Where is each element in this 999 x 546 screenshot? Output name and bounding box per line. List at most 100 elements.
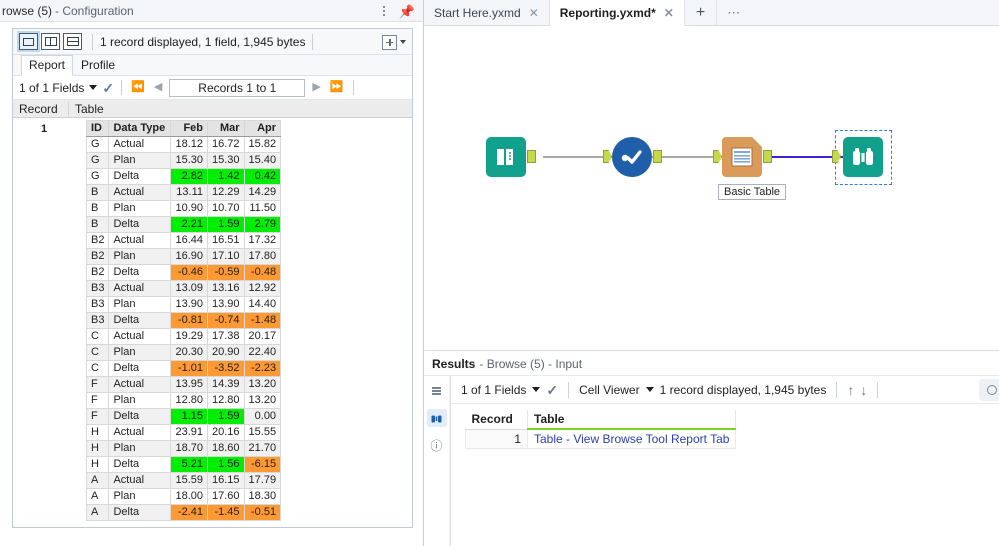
chevron-down-icon[interactable] [646, 387, 654, 392]
configuration-subtitle: - Configuration [55, 4, 134, 18]
help-circle-icon[interactable]: ⓘ [427, 436, 447, 454]
input-port[interactable] [603, 150, 612, 163]
table-tool-box[interactable] [722, 137, 762, 177]
results-col-record: Record [466, 410, 528, 429]
cell-feb: 20.30 [171, 345, 208, 361]
cell-mar: 10.70 [208, 201, 245, 217]
workflow-node-text-input[interactable] [486, 137, 526, 177]
table-row[interactable]: GPlan15.3015.3015.40 [87, 153, 281, 169]
two-column-layout-button[interactable] [41, 33, 60, 50]
tab-profile[interactable]: Profile [73, 55, 123, 75]
chevron-down-icon[interactable] [532, 387, 540, 392]
cell-id: G [87, 153, 109, 169]
workflow-canvas[interactable]: Basic Table [424, 26, 999, 351]
workflow-node-table[interactable]: Basic Table [722, 137, 762, 177]
col-header-datatype: Data Type [109, 121, 171, 137]
table-row[interactable]: B3Plan13.9013.9014.40 [87, 297, 281, 313]
cell-apr: -0.48 [244, 265, 281, 281]
workflow-tab-start-here[interactable]: Start Here.yxmd ✕ [424, 0, 550, 25]
last-record-icon[interactable]: ⏩ [328, 82, 346, 93]
output-port[interactable] [527, 150, 536, 163]
table-row[interactable]: GActual18.1216.7215.82 [87, 137, 281, 153]
previous-record-icon[interactable]: ◀ [152, 82, 164, 93]
tab-report[interactable]: Report [21, 55, 73, 76]
single-pane-layout-button[interactable] [19, 33, 38, 50]
checkmark-icon[interactable]: ✓ [546, 383, 558, 397]
close-icon[interactable]: ✕ [664, 6, 674, 20]
results-col-table: Table [528, 410, 736, 429]
records-range-label[interactable]: Records 1 to 1 [169, 79, 305, 97]
table-row[interactable]: CPlan20.3020.9022.40 [87, 345, 281, 361]
workflow-tab-reporting[interactable]: Reporting.yxmd* ✕ [550, 0, 685, 26]
table-row[interactable]: APlan18.0017.6018.30 [87, 489, 281, 505]
fields-selector-label[interactable]: 1 of 1 Fields [19, 81, 84, 95]
configuration-title: rowse (5) [2, 4, 52, 18]
table-row[interactable]: ADelta-2.41-1.45-0.51 [87, 505, 281, 521]
results-cell-table[interactable]: Table - View Browse Tool Report Tab [528, 429, 736, 449]
table-row[interactable]: BActual13.1112.2914.29 [87, 185, 281, 201]
chevron-down-icon[interactable] [89, 85, 97, 90]
cell-viewer-label[interactable]: Cell Viewer [579, 383, 639, 397]
node-label-basic-table: Basic Table [718, 184, 786, 200]
table-row[interactable]: B3Delta-0.81-0.74-1.48 [87, 313, 281, 329]
cell-mar: 15.30 [208, 153, 245, 169]
table-row[interactable]: FDelta1.151.590.00 [87, 409, 281, 425]
table-row[interactable]: B2Actual16.4416.5117.32 [87, 233, 281, 249]
new-tab-icon[interactable]: + [685, 0, 717, 25]
application-window: rowse (5) - Configuration 📌 1 record dis… [0, 0, 999, 546]
cell-id: B [87, 185, 109, 201]
cell-mar: 17.38 [208, 329, 245, 345]
results-fields-label[interactable]: 1 of 1 Fields [461, 383, 526, 397]
cell-mar: 1.56 [208, 457, 245, 473]
cell-apr: 0.00 [244, 409, 281, 425]
chevron-down-icon[interactable] [400, 40, 406, 44]
table-row[interactable]: FActual13.9514.3913.20 [87, 377, 281, 393]
select-tool-box[interactable] [612, 137, 652, 177]
arrow-down-icon[interactable]: ↓ [860, 383, 867, 397]
table-row[interactable]: HDelta5.211.56-6.15 [87, 457, 281, 473]
ellipsis-icon[interactable]: ⋯ [717, 0, 751, 25]
cell-feb: 13.90 [171, 297, 208, 313]
output-port[interactable] [763, 150, 772, 163]
table-row[interactable]: 1 Table - View Browse Tool Report Tab [466, 429, 736, 449]
output-port[interactable] [653, 150, 662, 163]
workflow-node-select[interactable] [612, 137, 652, 177]
next-record-icon[interactable]: ▶ [310, 82, 322, 93]
table-row[interactable]: HPlan18.7018.6021.70 [87, 441, 281, 457]
toolbar-divider-2 [312, 34, 313, 50]
close-icon[interactable]: ✕ [529, 6, 539, 20]
results-main-area: 1 of 1 Fields ✓ Cell Viewer 1 record dis… [450, 376, 999, 546]
cell-data-type: Plan [109, 393, 171, 409]
report-data-grid: ID Data Type Feb Mar Apr GActual18.1216.… [86, 120, 281, 521]
table-row[interactable]: GDelta2.821.420.42 [87, 169, 281, 185]
cell-data-type: Delta [109, 409, 171, 425]
table-row[interactable]: B3Actual13.0913.1612.92 [87, 281, 281, 297]
browse-tool-box[interactable] [843, 137, 883, 177]
cell-id: B2 [87, 265, 109, 281]
table-row[interactable]: B2Plan16.9017.1017.80 [87, 249, 281, 265]
cell-mar: 16.72 [208, 137, 245, 153]
checkmark-icon[interactable]: ✓ [102, 81, 114, 95]
input-port[interactable] [713, 150, 722, 163]
table-row[interactable]: BPlan10.9010.7011.50 [87, 201, 281, 217]
table-row[interactable]: FPlan12.8012.8013.20 [87, 393, 281, 409]
cell-mar: 20.90 [208, 345, 245, 361]
kebab-menu-icon[interactable] [383, 6, 385, 16]
pin-icon[interactable]: 📌 [399, 5, 415, 18]
workflow-node-browse[interactable] [843, 137, 883, 177]
search-icon[interactable] [979, 379, 999, 401]
two-row-layout-button[interactable] [63, 33, 82, 50]
list-view-icon[interactable] [427, 382, 447, 400]
arrow-up-icon[interactable]: ↑ [847, 383, 854, 397]
check-circle-icon [619, 147, 645, 167]
table-row[interactable]: CActual19.2917.3820.17 [87, 329, 281, 345]
table-row[interactable]: HActual23.9120.1615.55 [87, 425, 281, 441]
first-record-icon[interactable]: ⏪ [129, 82, 147, 93]
table-row[interactable]: AActual15.5916.1517.79 [87, 473, 281, 489]
text-input-tool-box[interactable] [486, 137, 526, 177]
binoculars-icon[interactable] [427, 409, 447, 427]
table-row[interactable]: BDelta2.211.592.79 [87, 217, 281, 233]
grid-add-icon[interactable] [382, 35, 397, 50]
table-row[interactable]: B2Delta-0.46-0.59-0.48 [87, 265, 281, 281]
table-row[interactable]: CDelta-1.01-3.52-2.23 [87, 361, 281, 377]
